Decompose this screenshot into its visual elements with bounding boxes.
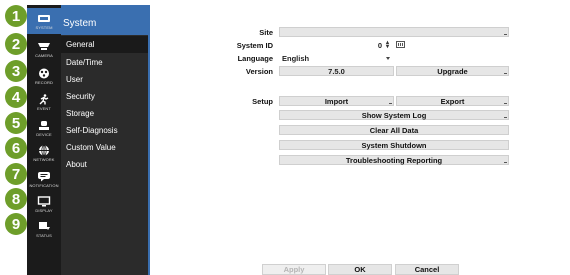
- submenu-item-self-diagnosis[interactable]: Self-Diagnosis: [61, 122, 148, 139]
- event-icon: [39, 93, 49, 104]
- system-icon: [38, 14, 50, 22]
- edit-corner-icon: [504, 117, 507, 118]
- submenu: System General Date/Time User Security S…: [61, 5, 148, 275]
- clear-all-data-button[interactable]: Clear All Data: [279, 125, 509, 135]
- show-system-log-button[interactable]: Show System Log: [279, 110, 509, 120]
- edit-corner-icon: [504, 103, 507, 104]
- language-label: Language: [237, 54, 273, 63]
- display-icon: [37, 195, 51, 206]
- notification-icon: [38, 171, 50, 181]
- callout-9: 9: [5, 213, 27, 235]
- rail-item-network[interactable]: NETWORK: [27, 140, 61, 166]
- edit-corner-icon: [389, 103, 392, 104]
- status-icon: [39, 221, 50, 230]
- rail-item-notification[interactable]: NOTIFICATION: [27, 166, 61, 192]
- stepper-arrows-icon[interactable]: ▴ ▾: [386, 40, 389, 50]
- callout-6: 6: [5, 137, 27, 159]
- device-icon: [39, 120, 49, 130]
- system-id-label: System ID: [236, 41, 273, 50]
- rail-item-status[interactable]: STATUS: [27, 216, 61, 242]
- keyboard-icon[interactable]: [396, 41, 405, 48]
- callout-5: 5: [5, 112, 27, 134]
- general-settings-panel: Site System ID 0 ▴ ▾ Language English Ver…: [150, 5, 570, 275]
- submenu-item-user[interactable]: User: [61, 71, 148, 88]
- submenu-item-storage[interactable]: Storage: [61, 105, 148, 122]
- submenu-item-security[interactable]: Security: [61, 88, 148, 105]
- submenu-item-general[interactable]: General: [61, 36, 148, 53]
- ok-button[interactable]: OK: [328, 264, 392, 275]
- cancel-button[interactable]: Cancel: [395, 264, 459, 275]
- import-button[interactable]: Import: [279, 96, 394, 106]
- export-button[interactable]: Export: [396, 96, 509, 106]
- language-dropdown[interactable]: English: [279, 53, 394, 63]
- callout-4: 4: [5, 86, 27, 108]
- site-label: Site: [259, 28, 273, 37]
- network-icon: [39, 144, 49, 156]
- edit-corner-icon: [504, 34, 507, 35]
- setup-label: Setup: [252, 97, 273, 106]
- version-label: Version: [245, 67, 273, 76]
- callout-1: 1: [5, 5, 27, 27]
- system-shutdown-button[interactable]: System Shutdown: [279, 140, 509, 150]
- callout-3: 3: [5, 60, 27, 82]
- version-value: 7.5.0: [279, 66, 394, 76]
- callout-2: 2: [5, 33, 27, 55]
- submenu-item-date-time[interactable]: Date/Time: [61, 54, 148, 71]
- rail-item-camera[interactable]: CAMERA: [27, 36, 61, 62]
- site-input[interactable]: [279, 27, 509, 37]
- rail-item-display[interactable]: DISPLAY: [27, 191, 61, 217]
- callout-7: 7: [5, 163, 27, 185]
- system-id-stepper[interactable]: 0 ▴ ▾: [279, 40, 394, 50]
- category-rail: SYSTEM CAMERA RECORD EVENT DEVICE NETWOR…: [27, 5, 61, 275]
- rail-item-record[interactable]: RECORD: [27, 63, 61, 89]
- edit-corner-icon: [504, 162, 507, 163]
- submenu-item-custom-value[interactable]: Custom Value: [61, 139, 148, 156]
- chevron-down-icon: [386, 57, 390, 60]
- apply-button[interactable]: Apply: [262, 264, 326, 275]
- edit-corner-icon: [504, 73, 507, 74]
- rail-item-device[interactable]: DEVICE: [27, 115, 61, 141]
- rail-item-event[interactable]: EVENT: [27, 89, 61, 115]
- submenu-title: System: [61, 5, 148, 35]
- rail-item-system[interactable]: SYSTEM: [27, 8, 61, 34]
- upgrade-button[interactable]: Upgrade: [396, 66, 509, 76]
- callout-8: 8: [5, 188, 27, 210]
- record-icon: [39, 68, 49, 78]
- camera-icon: [38, 42, 50, 50]
- submenu-item-about[interactable]: About: [61, 156, 148, 173]
- troubleshooting-reporting-button[interactable]: Troubleshooting Reporting: [279, 155, 509, 165]
